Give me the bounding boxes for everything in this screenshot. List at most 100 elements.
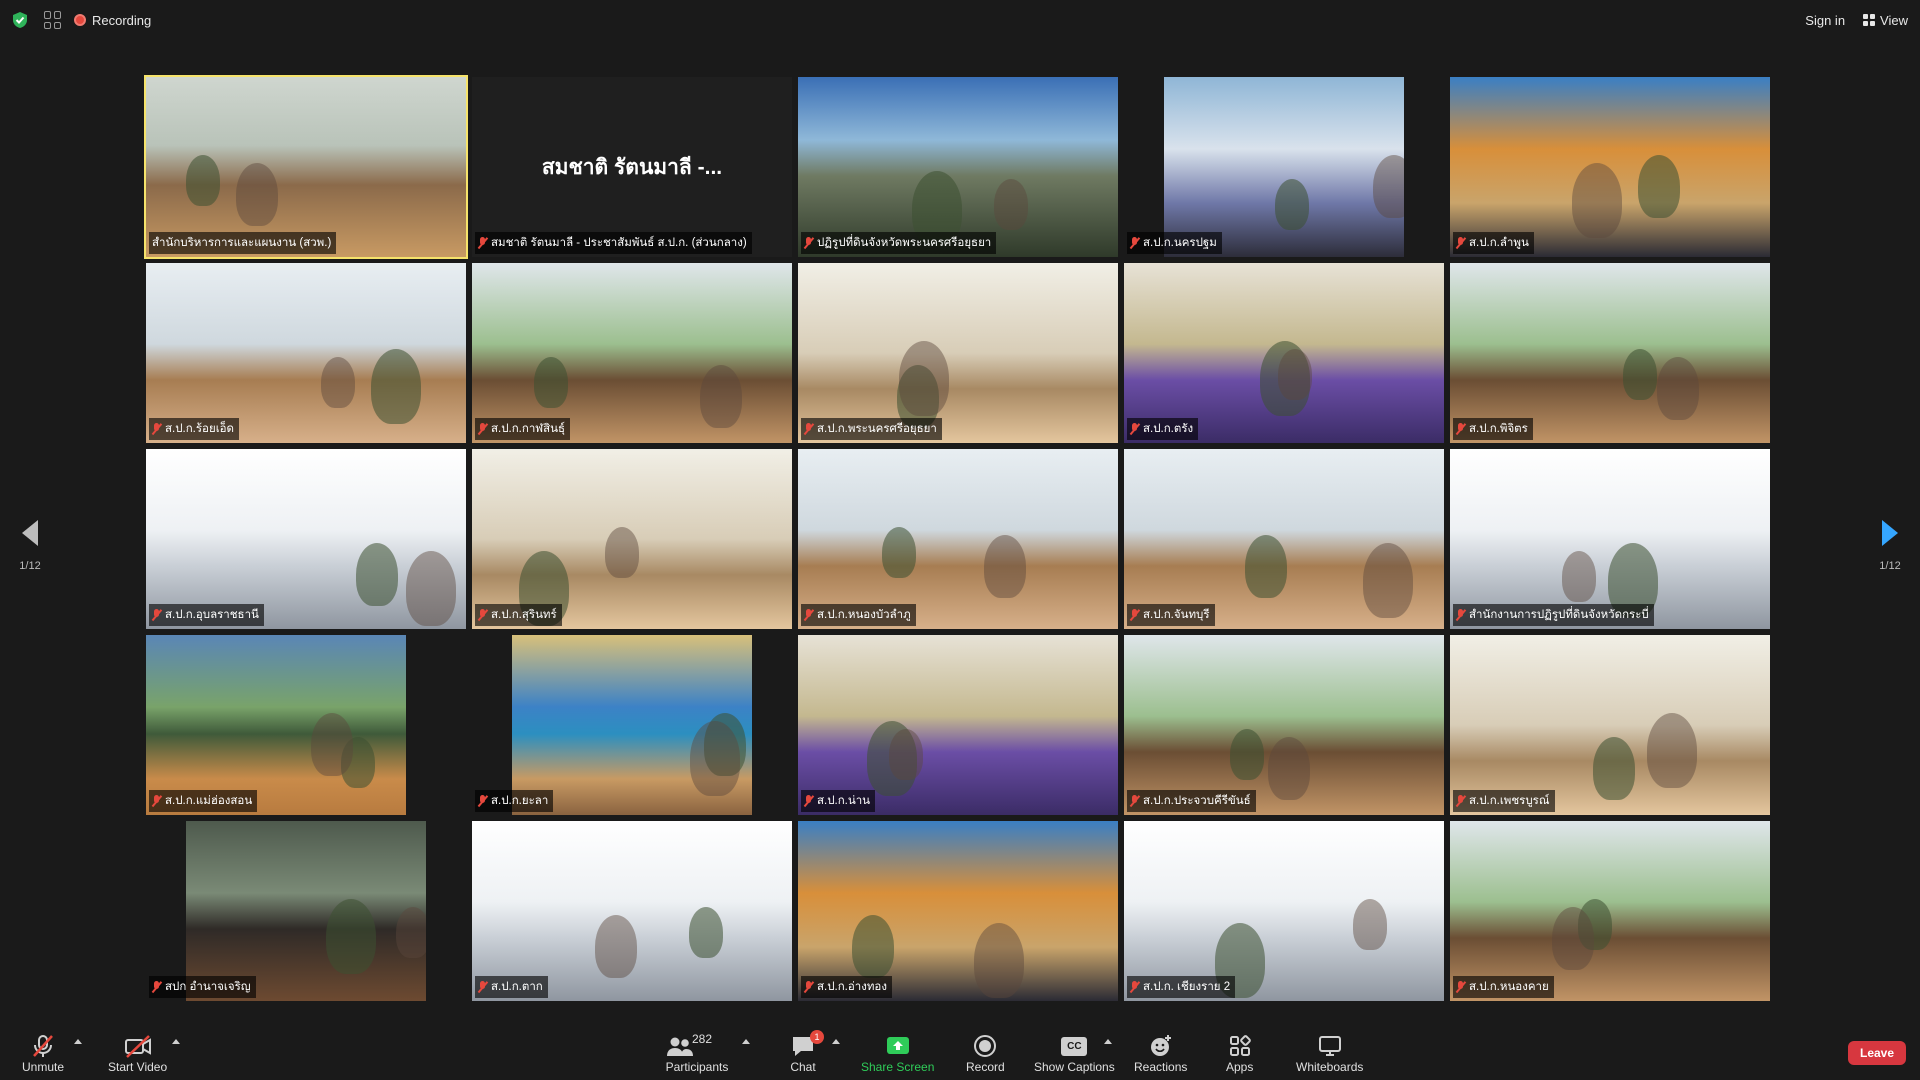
participant-tile[interactable]: ส.ป.ก.น่าน — [798, 635, 1118, 815]
participant-name-tag: ส.ป.ก.ร้อยเอ็ด — [149, 418, 239, 440]
person-silhouette — [1647, 713, 1697, 788]
participant-name-tag: ส.ป.ก. เชียงราย 2 — [1127, 976, 1236, 998]
participant-tile[interactable]: ส.ป.ก.จันทบุรี — [1124, 449, 1444, 629]
person-silhouette — [1363, 543, 1413, 618]
recording-icon — [74, 14, 86, 26]
participants-caret-icon[interactable] — [742, 1039, 750, 1044]
participant-name-tag: ปฏิรูปที่ดินจังหวัดพระนครศรีอยุธยา — [801, 232, 997, 254]
chat-caret-icon[interactable] — [832, 1039, 840, 1044]
participant-tile[interactable]: ส.ป.ก.นครปฐม — [1124, 77, 1444, 257]
view-button[interactable]: View — [1863, 13, 1908, 28]
participant-tile[interactable]: ส.ป.ก.ยะลา — [472, 635, 792, 815]
participant-name: ส.ป.ก. เชียงราย 2 — [1143, 981, 1231, 993]
participant-video-feed — [146, 449, 466, 629]
participant-tile[interactable]: ส.ป.ก.หนองบัวลำภู — [798, 449, 1118, 629]
letterbox-bar — [472, 635, 512, 815]
record-button[interactable]: Record — [966, 1032, 1005, 1074]
participant-tile[interactable]: ส.ป.ก.อ่างทอง — [798, 821, 1118, 1001]
participant-tile[interactable]: ส.ป.ก.อุบลราชธานี — [146, 449, 466, 629]
participant-video-feed — [798, 77, 1118, 257]
participant-tile[interactable]: ส.ป.ก.พระนครศรีอยุธยา — [798, 263, 1118, 443]
participant-tile[interactable]: ส.ป.ก.กาฬสินธุ์ — [472, 263, 792, 443]
participant-video-feed — [798, 449, 1118, 629]
letterbox-bar — [406, 635, 466, 815]
show-captions-button[interactable]: CC Show Captions — [1034, 1032, 1115, 1074]
person-silhouette — [236, 163, 278, 226]
captions-caret-icon[interactable] — [1104, 1039, 1112, 1044]
participant-tile[interactable]: ส.ป.ก.หนองคาย — [1450, 821, 1770, 1001]
participant-video-feed — [1450, 263, 1770, 443]
person-silhouette — [311, 713, 353, 776]
participant-tile[interactable]: ส.ป.ก.สุรินทร์ — [472, 449, 792, 629]
participant-name: ส.ป.ก.ลำพูน — [1469, 237, 1529, 249]
unmute-button[interactable]: Unmute — [22, 1032, 64, 1074]
mic-muted-icon — [1130, 237, 1139, 249]
mic-muted-icon — [1456, 795, 1465, 807]
share-screen-button[interactable]: Share Screen — [861, 1032, 934, 1074]
mic-muted-icon — [478, 795, 487, 807]
participant-name-tag: ส.ป.ก.อุบลราชธานี — [149, 604, 264, 626]
participant-name-tag: สปก อำนาจเจริญ — [149, 976, 256, 998]
letterbox-bar — [1124, 77, 1164, 257]
next-page-button[interactable]: 1/12 — [1872, 520, 1908, 572]
participant-video-feed — [1450, 449, 1770, 629]
participant-name-tag: ส.ป.ก.นครปฐม — [1127, 232, 1222, 254]
participant-tile[interactable]: ปฏิรูปที่ดินจังหวัดพระนครศรีอยุธยา — [798, 77, 1118, 257]
participants-button[interactable]: 282 Participants — [662, 1032, 732, 1074]
start-video-button[interactable]: Start Video — [108, 1032, 167, 1074]
person-silhouette — [534, 357, 568, 408]
mic-muted-icon — [1456, 423, 1465, 435]
participant-video-feed — [1124, 821, 1444, 1001]
unmute-label: Unmute — [22, 1060, 65, 1074]
participant-name: ส.ป.ก.แม่ฮ่องสอน — [165, 795, 253, 807]
participant-tile[interactable]: ส.ป.ก.พิจิตร — [1450, 263, 1770, 443]
apps-grid-icon[interactable] — [44, 11, 62, 29]
participant-tile[interactable]: สปก อำนาจเจริญ — [146, 821, 466, 1001]
letterbox-bar — [752, 635, 792, 815]
participant-tile[interactable]: สำนักงานการปฏิรูปที่ดินจังหวัดกระบี่ — [1450, 449, 1770, 629]
participant-tile[interactable]: ส.ป.ก.ลำพูน — [1450, 77, 1770, 257]
participant-video-feed — [1124, 635, 1444, 815]
participant-tile[interactable]: ส.ป.ก.ตาก — [472, 821, 792, 1001]
shield-icon[interactable] — [12, 11, 28, 29]
participant-tile[interactable]: ส.ป.ก.เพชรบูรณ์ — [1450, 635, 1770, 815]
video-options-caret-icon[interactable] — [172, 1039, 180, 1044]
participant-tile[interactable]: ส.ป.ก. เชียงราย 2 — [1124, 821, 1444, 1001]
top-bar: Recording Sign in View — [0, 0, 1920, 40]
sign-in-link[interactable]: Sign in — [1805, 13, 1845, 28]
apps-label: Apps — [1226, 1060, 1254, 1074]
person-silhouette — [321, 357, 355, 408]
participant-display-name: สมชาติ รัตนมาลี -... — [472, 77, 792, 257]
person-silhouette — [882, 527, 916, 578]
previous-page-button[interactable]: 1/12 — [12, 520, 48, 572]
arrow-right-icon — [1882, 520, 1898, 546]
meeting-toolbar: Unmute Start Video 282 Participants 1 Ch… — [0, 1022, 1920, 1080]
participant-video-feed — [798, 635, 1118, 815]
view-label: View — [1880, 12, 1908, 28]
participant-name-tag: สำนักบริหารการและแผนงาน (สวพ.) — [149, 232, 337, 254]
participant-tile[interactable]: ส.ป.ก.ประจวบคีรีขันธ์ — [1124, 635, 1444, 815]
person-silhouette — [326, 899, 376, 974]
participant-name-tag: ส.ป.ก.สุรินทร์ — [475, 604, 562, 626]
apps-button[interactable]: Apps — [1226, 1032, 1253, 1074]
reactions-button[interactable]: Reactions — [1134, 1032, 1187, 1074]
person-silhouette — [690, 721, 740, 796]
person-silhouette — [1230, 729, 1264, 780]
person-silhouette — [852, 915, 894, 978]
participant-video-feed — [798, 263, 1118, 443]
recording-label: Recording — [92, 12, 152, 28]
participant-tile[interactable]: ส.ป.ก.ตรัง — [1124, 263, 1444, 443]
participant-tile[interactable]: สำนักบริหารการและแผนงาน (สวพ.) — [144, 75, 468, 259]
participant-tile[interactable]: ส.ป.ก.แม่ฮ่องสอน — [146, 635, 466, 815]
participant-video-feed — [146, 821, 466, 1001]
participant-name: ส.ป.ก.เพชรบูรณ์ — [1469, 795, 1550, 807]
whiteboards-button[interactable]: Whiteboards — [1296, 1032, 1363, 1074]
mic-muted-icon — [1456, 609, 1465, 621]
participant-tile[interactable]: สมชาติ รัตนมาลี -... สมชาติ รัตนมาลี - ปร… — [472, 77, 792, 257]
participant-tile[interactable]: ส.ป.ก.ร้อยเอ็ด — [146, 263, 466, 443]
participant-name-tag: ส.ป.ก.ตาก — [475, 976, 548, 998]
chat-button[interactable]: 1 Chat — [790, 1030, 824, 1074]
audio-options-caret-icon[interactable] — [74, 1039, 82, 1044]
leave-button[interactable]: Leave — [1848, 1041, 1906, 1065]
participant-name-tag: สำนักงานการปฏิรูปที่ดินจังหวัดกระบี่ — [1453, 604, 1654, 626]
